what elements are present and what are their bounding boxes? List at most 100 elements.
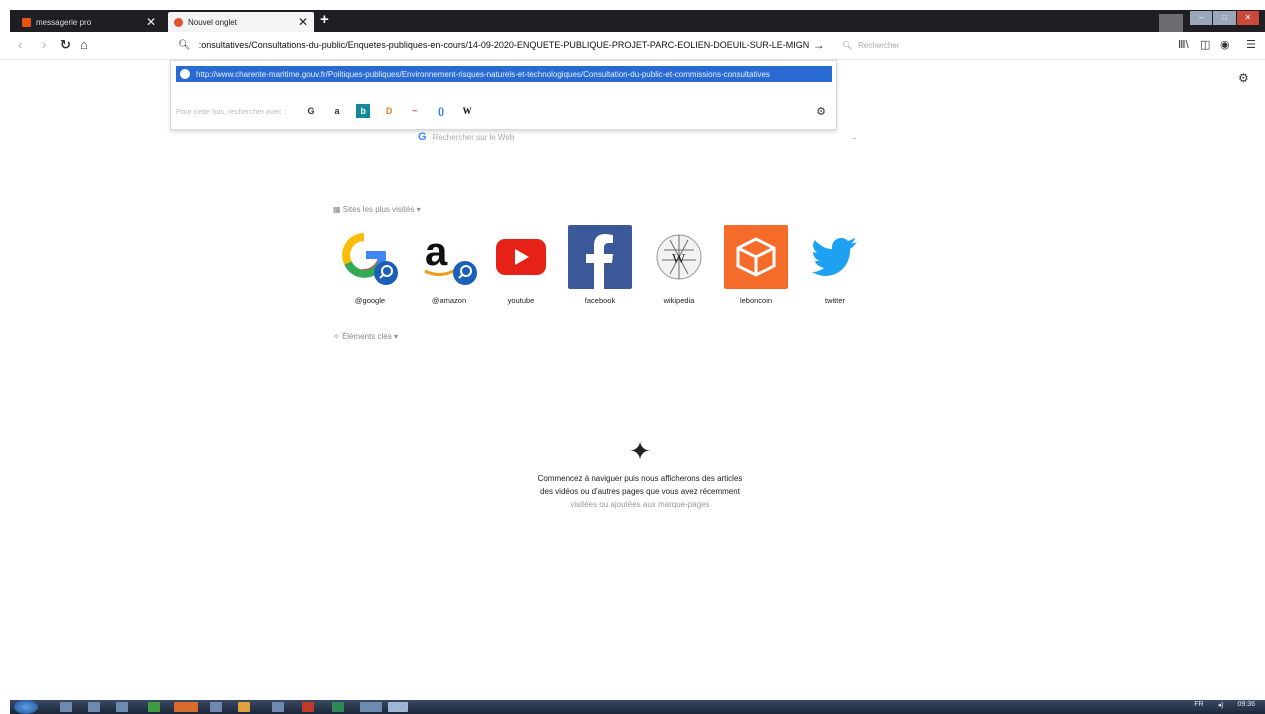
- one-off-search-engines: Pour cette fois, rechercher avec : G a b…: [176, 101, 832, 121]
- sparkle-icon: ✦: [629, 436, 651, 466]
- ebay-icon[interactable]: ~: [408, 104, 422, 118]
- top-site-google[interactable]: @google: [337, 225, 403, 305]
- highlights-header[interactable]: ✧ Éléments clés ▾: [333, 332, 398, 341]
- top-site-amazon[interactable]: a @amazon: [416, 225, 482, 305]
- taskbar-app-icon[interactable]: [238, 702, 250, 712]
- taskbar-app-icon[interactable]: [360, 702, 382, 712]
- go-arrow-icon[interactable]: →: [813, 38, 825, 52]
- web-search-box[interactable]: G Rechercher sur le Web →: [418, 128, 858, 146]
- minimize-icon[interactable]: –: [1190, 11, 1213, 25]
- top-site-wikipedia[interactable]: W wikipedia: [646, 225, 712, 305]
- svg-text:W: W: [672, 252, 686, 267]
- google-icon: [338, 225, 402, 289]
- chevron-down-icon: ▾: [393, 332, 398, 341]
- duckduckgo-icon[interactable]: D: [382, 104, 396, 118]
- search-bar[interactable]: 🔍︎ Rechercher: [842, 36, 1162, 54]
- window-frame: [0, 0, 1265, 10]
- library-icon[interactable]: Ⅲ\: [1178, 38, 1189, 51]
- url-bar[interactable]: 🔍︎ :onsultatives/Consultations-du-public…: [170, 33, 837, 57]
- close-window-icon[interactable]: ✕: [1236, 11, 1259, 25]
- top-site-twitter[interactable]: twitter: [802, 225, 868, 305]
- empty-state-line: visitées ou ajoutées aux marque-pages: [570, 500, 710, 509]
- taskbar-app-icon[interactable]: [116, 702, 128, 712]
- search-input[interactable]: Rechercher: [858, 41, 899, 50]
- taskbar-app-icon[interactable]: [272, 702, 284, 712]
- top-site-label: @google: [354, 296, 386, 305]
- system-tray: FR ◂) 09:36: [1194, 701, 1255, 709]
- tab-new-tab[interactable]: Nouvel onglet ✕: [168, 12, 314, 32]
- sidebar-icon[interactable]: ◫: [1200, 38, 1210, 51]
- taskbar-app-icon[interactable]: [302, 702, 314, 712]
- google-icon: G: [418, 131, 427, 143]
- twitter-icon: [803, 225, 867, 289]
- svg-text:a: a: [425, 230, 448, 274]
- highlights-empty-state: ✦ Commencez à naviguer puis nous affiche…: [505, 436, 775, 511]
- web-search-input[interactable]: Rechercher sur le Web: [433, 133, 515, 142]
- suggestion-url: http://www.charente-maritime.gouv.fr/Pol…: [196, 69, 770, 79]
- window-thumbnail: [1159, 14, 1183, 32]
- volume-icon[interactable]: ◂): [1218, 701, 1224, 709]
- gear-icon[interactable]: ⚙: [816, 105, 826, 118]
- tab-strip: messagerie pro ✕ Nouvel onglet ✕ + – □ ✕: [10, 10, 1265, 32]
- reload-icon[interactable]: ↻: [60, 37, 71, 53]
- amazon-icon[interactable]: a: [330, 104, 344, 118]
- top-site-label: youtube: [507, 296, 535, 305]
- empty-state-line: Commencez à naviguer puis nous affichero…: [537, 474, 743, 483]
- tab-title: Nouvel onglet: [188, 17, 237, 27]
- start-button-icon[interactable]: [14, 700, 38, 714]
- close-tab-icon[interactable]: ✕: [298, 15, 308, 29]
- firefox-taskbar-icon[interactable]: [174, 702, 198, 712]
- arrow-right-icon[interactable]: →: [850, 133, 858, 142]
- engines-label: Pour cette fois, rechercher avec :: [176, 106, 287, 116]
- home-icon[interactable]: ⌂: [80, 37, 88, 52]
- chevron-down-icon: ▾: [416, 205, 421, 214]
- tab-title: messagerie pro: [36, 17, 92, 27]
- new-tab-button[interactable]: +: [320, 11, 329, 28]
- clock[interactable]: 09:36: [1237, 701, 1255, 709]
- taskbar-app-icon[interactable]: [332, 702, 344, 712]
- taskbar-app-icon[interactable]: [210, 702, 222, 712]
- leboncoin-icon: [724, 225, 788, 289]
- back-arrow-icon[interactable]: ‹: [18, 37, 22, 52]
- favicon-icon: [22, 17, 31, 27]
- top-site-leboncoin[interactable]: leboncoin: [723, 225, 789, 305]
- wikipedia-icon: W: [647, 225, 711, 289]
- top-site-facebook[interactable]: facebook: [567, 225, 633, 305]
- bing-icon[interactable]: b: [356, 104, 371, 118]
- explorer-icon[interactable]: [60, 702, 72, 712]
- youtube-icon: [489, 225, 553, 289]
- taskbar-app-icon[interactable]: [388, 702, 408, 712]
- gear-icon[interactable]: ⚙: [1238, 71, 1249, 85]
- maximize-icon[interactable]: □: [1213, 11, 1236, 25]
- empty-state-line: des vidéos ou d'autres pages que vous av…: [540, 487, 740, 496]
- url-dropdown: http://www.charente-maritime.gouv.fr/Pol…: [170, 60, 837, 130]
- top-site-label: twitter: [824, 296, 845, 305]
- taskbar-app-icon[interactable]: [148, 702, 160, 712]
- top-site-youtube[interactable]: youtube: [488, 225, 554, 305]
- url-suggestion[interactable]: http://www.charente-maritime.gouv.fr/Pol…: [176, 66, 832, 82]
- top-site-label: wikipedia: [663, 296, 695, 305]
- google-icon[interactable]: G: [304, 104, 318, 118]
- qwant-icon[interactable]: (): [434, 104, 448, 118]
- menu-icon[interactable]: ☰: [1246, 38, 1256, 51]
- close-tab-icon[interactable]: ✕: [146, 15, 156, 29]
- amazon-icon: a: [417, 225, 481, 289]
- facebook-icon: [568, 225, 632, 289]
- grid-icon: ▦: [333, 205, 341, 214]
- url-input[interactable]: :onsultatives/Consultations-du-public/En…: [199, 40, 809, 50]
- top-site-label: leboncoin: [739, 296, 773, 305]
- firefox-icon: [174, 17, 183, 27]
- top-sites-header[interactable]: ▦ Sites les plus visités ▾: [333, 205, 421, 214]
- forward-arrow-icon[interactable]: ›: [42, 37, 46, 52]
- search-icon: 🔍︎: [842, 40, 853, 50]
- os-taskbar: FR ◂) 09:36: [10, 700, 1265, 714]
- wikipedia-icon[interactable]: W: [460, 104, 474, 118]
- search-icon: 🔍︎: [178, 39, 191, 51]
- top-site-label: facebook: [584, 296, 616, 305]
- taskbar-app-icon[interactable]: [88, 702, 100, 712]
- account-icon[interactable]: ◉: [1220, 38, 1230, 51]
- language-indicator[interactable]: FR: [1194, 701, 1203, 709]
- tab-messagerie[interactable]: messagerie pro ✕: [16, 12, 162, 32]
- sparkle-icon: ✧: [333, 332, 340, 341]
- window-controls: – □ ✕: [1189, 11, 1259, 25]
